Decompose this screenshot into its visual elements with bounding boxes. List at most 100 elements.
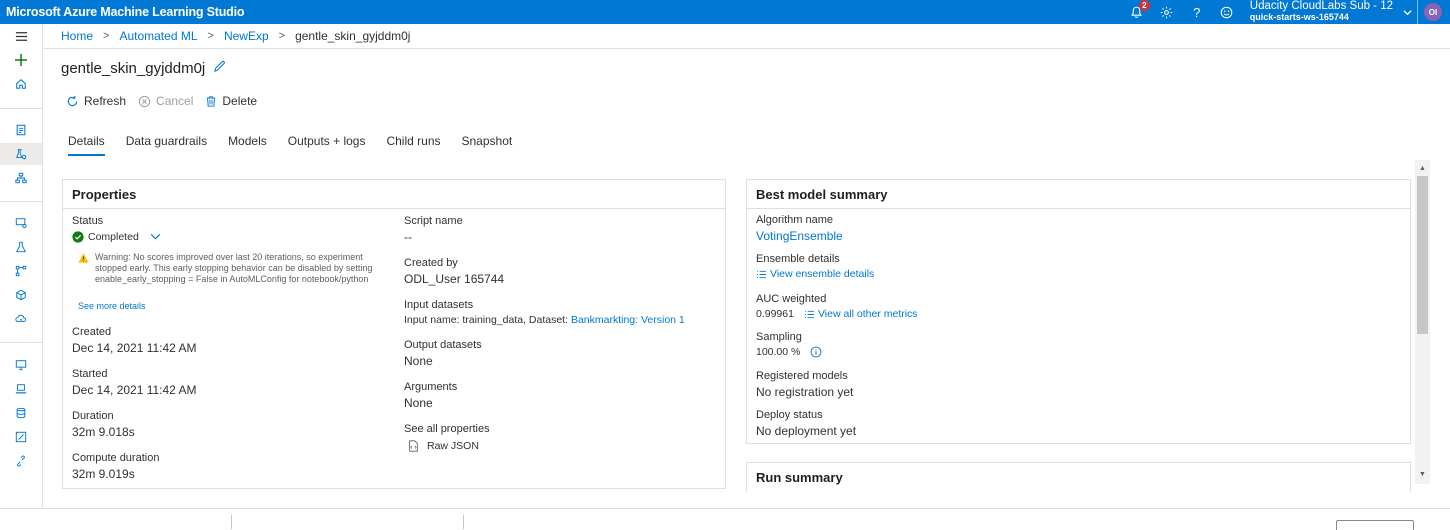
nav-experiments[interactable] <box>0 236 42 258</box>
view-ensemble-details-link[interactable]: View ensemble details <box>756 268 874 280</box>
nav-endpoints[interactable] <box>0 308 42 330</box>
cloud-endpoint-icon <box>15 314 27 323</box>
nav-datastores[interactable] <box>0 402 42 424</box>
refresh-button[interactable]: Refresh <box>66 94 126 108</box>
nav-designer[interactable] <box>0 167 42 189</box>
app-title[interactable]: Microsoft Azure Machine Learning Studio <box>0 5 244 19</box>
duration-label: Duration <box>72 410 114 422</box>
nav-pipelines[interactable] <box>0 260 42 282</box>
see-more-details-link[interactable]: See more details <box>78 301 146 311</box>
delete-button[interactable]: Delete <box>205 94 257 108</box>
account-info[interactable]: Udacity CloudLabs Sub - 12 quick-starts-… <box>1249 0 1393 23</box>
nav-models[interactable] <box>0 284 42 306</box>
tab-outputs-logs[interactable]: Outputs + logs <box>288 134 366 156</box>
page-title-row: gentle_skin_gyjddm0j <box>61 60 226 77</box>
warning-triangle-icon <box>78 253 89 263</box>
input-datasets-prefix: Input name: training_data, Dataset: <box>404 314 569 326</box>
notification-count-badge: 2 <box>1138 0 1150 11</box>
avatar[interactable]: OI <box>1424 3 1442 21</box>
breadcrumb-home[interactable]: Home <box>61 29 93 43</box>
create-new-button[interactable] <box>0 49 42 71</box>
nav-datasets[interactable] <box>0 212 42 234</box>
created-field: Created Dec 14, 2021 11:42 AM <box>72 326 197 355</box>
subscription-name: Udacity CloudLabs Sub - 12 <box>1249 0 1393 12</box>
database-icon <box>16 407 26 419</box>
rail-divider <box>0 201 42 202</box>
smiley-icon <box>1220 6 1233 18</box>
breadcrumb-current: gentle_skin_gyjddm0j <box>295 29 411 43</box>
breadcrumb-experiment[interactable]: NewExp <box>224 29 269 43</box>
topbar-divider <box>1417 0 1418 24</box>
edit-title-button[interactable] <box>213 60 226 77</box>
auc-value-row: 0.99961 View all other metrics <box>756 308 918 320</box>
settings-button[interactable] <box>1152 0 1182 24</box>
nav-linked-services[interactable] <box>0 450 42 472</box>
bottom-action-button[interactable] <box>1336 520 1414 530</box>
bottom-bar <box>0 508 1450 530</box>
nav-automated-ml[interactable] <box>0 143 42 165</box>
nav-home[interactable] <box>0 73 42 95</box>
tab-snapshot[interactable]: Snapshot <box>462 134 513 156</box>
nav-data-labeling[interactable] <box>0 426 42 448</box>
tab-models[interactable]: Models <box>228 134 267 156</box>
see-all-properties-field: See all properties Raw JSON <box>404 423 490 452</box>
duration-value: 32m 9.018s <box>72 425 135 439</box>
gear-icon <box>1161 6 1173 18</box>
link-services-icon <box>17 455 25 467</box>
bottom-divider <box>463 515 464 529</box>
warning-text: Warning: No scores improved over last 20… <box>95 252 373 284</box>
deploy-status-value: No deployment yet <box>756 424 857 438</box>
hamburger-menu-button[interactable] <box>0 25 42 47</box>
status-value: Completed <box>88 230 139 243</box>
home-icon <box>16 79 26 89</box>
dataset-link[interactable]: Bankmarkting: Version 1 <box>571 314 685 326</box>
algorithm-link[interactable]: VotingEnsemble <box>756 229 843 243</box>
tab-child-runs[interactable]: Child runs <box>386 134 440 156</box>
algorithm-label: Algorithm name <box>756 214 834 226</box>
started-value: Dec 14, 2021 11:42 AM <box>72 383 197 397</box>
nav-compute[interactable] <box>0 354 42 376</box>
nav-environments[interactable] <box>0 378 42 400</box>
top-bar: Microsoft Azure Machine Learning Studio … <box>0 0 1450 24</box>
sampling-info-button[interactable] <box>810 346 822 358</box>
output-datasets-label: Output datasets <box>404 339 482 351</box>
best-model-summary-title: Best model summary <box>747 180 1410 209</box>
view-all-metrics-link[interactable]: View all other metrics <box>804 308 918 320</box>
scroll-up-arrow-icon[interactable]: ▲ <box>1415 162 1430 174</box>
scroll-thumb[interactable] <box>1417 176 1428 334</box>
ensemble-field: Ensemble details View ensemble details <box>756 253 874 280</box>
raw-json-button[interactable]: Raw JSON <box>408 440 490 452</box>
nav-notebooks[interactable] <box>0 119 42 141</box>
automated-ml-icon <box>16 149 27 160</box>
tab-details[interactable]: Details <box>68 134 105 156</box>
scroll-down-arrow-icon[interactable]: ▼ <box>1415 468 1430 480</box>
auc-label: AUC weighted <box>756 293 827 305</box>
created-by-field: Created by ODL_User 165744 <box>404 257 504 286</box>
hamburger-icon <box>15 31 27 41</box>
compute-duration-label: Compute duration <box>72 452 160 464</box>
input-datasets-field: Input datasets Input name: training_data… <box>404 299 685 326</box>
properties-title: Properties <box>63 180 725 209</box>
sampling-label: Sampling <box>756 331 802 343</box>
feedback-button[interactable] <box>1212 0 1242 24</box>
script-name-label: Script name <box>404 215 463 227</box>
account-dropdown[interactable] <box>1397 0 1417 24</box>
status-expand-button[interactable] <box>149 230 162 243</box>
tab-list: Details Data guardrails Models Outputs +… <box>68 134 533 156</box>
page-title: gentle_skin_gyjddm0j <box>61 60 206 77</box>
auc-field: AUC weighted 0.99961 View all other metr… <box>756 293 918 320</box>
cancel-button[interactable]: Cancel <box>138 94 193 108</box>
tab-data-guardrails[interactable]: Data guardrails <box>126 134 207 156</box>
notifications-button[interactable]: 2 <box>1122 0 1152 24</box>
raw-json-label: Raw JSON <box>427 440 479 452</box>
refresh-label: Refresh <box>84 94 127 108</box>
breadcrumb-automated-ml[interactable]: Automated ML <box>119 29 197 43</box>
deploy-status-field: Deploy status No deployment yet <box>756 409 856 438</box>
script-name-value: -- <box>404 230 412 244</box>
workspace-name: quick-starts-ws-165744 <box>1249 12 1349 22</box>
created-by-value: ODL_User 165744 <box>404 272 505 286</box>
status-field: Status Completed <box>72 215 162 243</box>
datasets-icon <box>15 218 27 229</box>
content-scrollbar[interactable]: ▲ ▼ <box>1415 160 1430 484</box>
help-button[interactable]: ? <box>1182 0 1212 24</box>
